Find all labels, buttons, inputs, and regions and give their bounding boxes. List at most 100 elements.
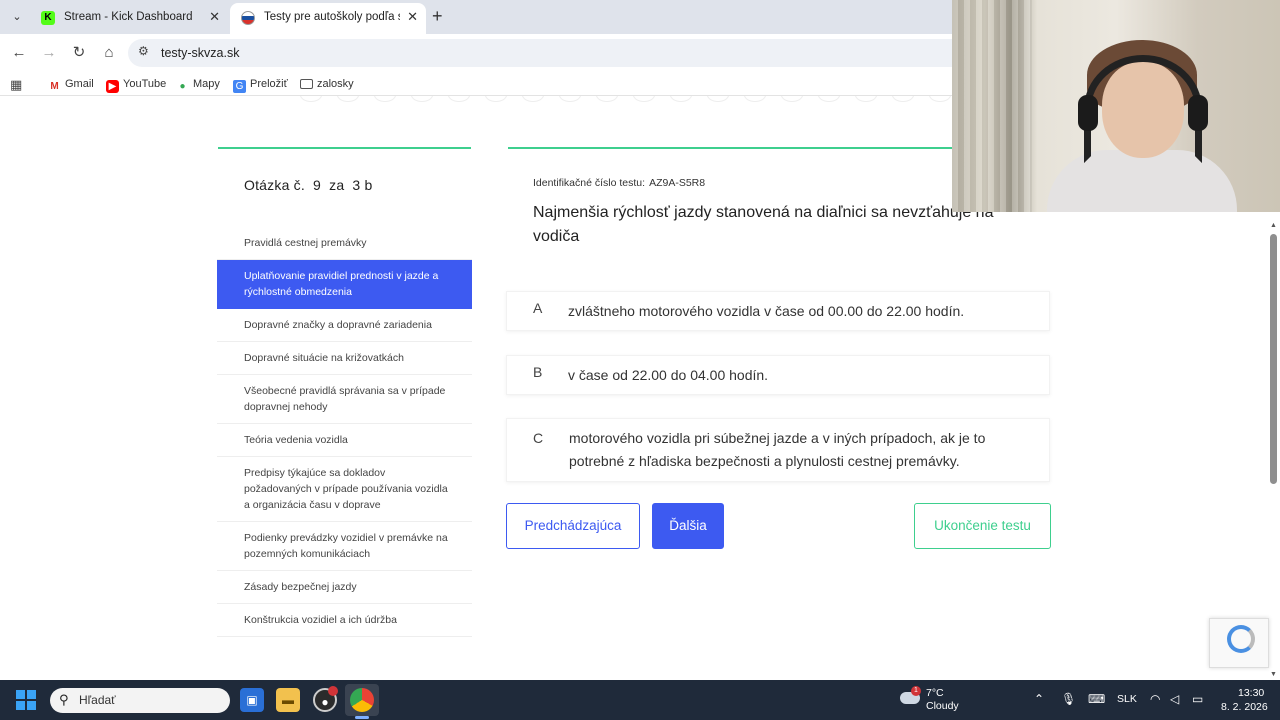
- answer-text: motorového vozidla pri súbežnej jazde a …: [569, 430, 986, 469]
- category-item[interactable]: Konštrukcia vozidiel a ich údržba: [217, 604, 472, 637]
- category-item[interactable]: Predpisy týkajúce sa dokladov požadovaný…: [217, 457, 472, 522]
- reload-icon[interactable]: ↻: [68, 42, 90, 64]
- question-label: Otázka č.: [244, 177, 305, 193]
- bookmark-youtube[interactable]: ▶ YouTube: [106, 76, 166, 93]
- bookmark-label: YouTube: [123, 78, 167, 90]
- question-nav-dot[interactable]: [374, 96, 396, 102]
- site-info-icon[interactable]: ⚙: [138, 44, 149, 58]
- bookmark-label: Preložiť: [250, 78, 288, 90]
- clock-time[interactable]: 13:30: [1238, 687, 1264, 699]
- category-label: Zásady bezpečnej jazdy: [244, 581, 357, 593]
- question-nav-dot[interactable]: [485, 96, 507, 102]
- category-list: Pravidlá cestnej premávky Uplatňovanie p…: [217, 227, 472, 637]
- weather-temperature[interactable]: 7°C: [926, 687, 944, 699]
- tab-search-icon[interactable]: ⌄: [6, 7, 28, 27]
- category-item[interactable]: Pravidlá cestnej premávky: [217, 227, 472, 260]
- windows-taskbar: ⚲ Hľadať ▣ ▬ ● 1 7°C Cloudy ⌃ 🎙 ⌨ SLK ◠ …: [0, 680, 1280, 720]
- bookmark-mapy[interactable]: ● Mapy: [176, 76, 219, 93]
- microphone-icon[interactable]: 🎙: [1061, 692, 1076, 706]
- language-indicator[interactable]: SLK: [1117, 693, 1137, 705]
- points-label: za: [329, 177, 345, 193]
- tab-kick-dashboard[interactable]: K Stream - Kick Dashboard ✕: [30, 3, 228, 34]
- weather-description[interactable]: Cloudy: [926, 700, 959, 712]
- question-nav-dot[interactable]: [855, 96, 877, 102]
- category-item-active[interactable]: Uplatňovanie pravidiel prednosti v jazde…: [217, 260, 472, 309]
- active-app-indicator: [355, 716, 369, 719]
- slovakia-flag-icon: [241, 11, 255, 25]
- back-icon[interactable]: ←: [8, 42, 30, 64]
- question-nav-dot[interactable]: [337, 96, 359, 102]
- card-top-border: [218, 147, 471, 149]
- scroll-thumb[interactable]: [1270, 234, 1277, 484]
- question-nav-dot[interactable]: [744, 96, 766, 102]
- bookmark-label: zalosky: [317, 78, 354, 90]
- headset-icon: [1084, 55, 1202, 163]
- taskbar-search-box[interactable]: ⚲ Hľadať: [50, 688, 230, 713]
- home-icon[interactable]: ⌂: [98, 42, 120, 64]
- address-bar[interactable]: ⚙ testy-skvza.sk: [128, 39, 968, 67]
- wifi-icon[interactable]: ◠: [1150, 692, 1160, 706]
- question-nav-dot[interactable]: [522, 96, 544, 102]
- question-nav-dot[interactable]: [633, 96, 655, 102]
- category-item[interactable]: Všeobecné pravidlá správania sa v prípad…: [217, 375, 472, 424]
- close-tab-icon[interactable]: ✕: [407, 3, 418, 31]
- previous-button[interactable]: Predchádzajúca: [506, 503, 640, 549]
- headset-earcup-right: [1188, 95, 1208, 131]
- question-nav-dot[interactable]: [300, 96, 322, 102]
- next-button[interactable]: Ďalšia: [652, 503, 724, 549]
- bookmark-gmail[interactable]: M Gmail: [48, 76, 93, 93]
- category-label: Predpisy týkajúce sa dokladov požadovaný…: [244, 467, 448, 511]
- category-item[interactable]: Dopravné situácie na križovatkách: [217, 342, 472, 375]
- chevron-up-icon[interactable]: ⌃: [1034, 692, 1044, 706]
- category-item[interactable]: Zásady bezpečnej jazdy: [217, 571, 472, 604]
- bookmark-zalosky[interactable]: zalosky: [300, 76, 354, 92]
- answer-option-c[interactable]: C motorového vozidla pri súbežnej jazde …: [506, 418, 1050, 482]
- question-nav-dot[interactable]: [411, 96, 433, 102]
- category-item[interactable]: Teória vedenia vozidla: [217, 424, 472, 457]
- maps-icon: ●: [179, 81, 186, 92]
- weather-badge: 1: [911, 686, 921, 696]
- category-item[interactable]: Dopravné značky a dopravné zariadenia: [217, 309, 472, 342]
- apps-grid-icon[interactable]: ▦: [10, 77, 22, 93]
- category-label: Dopravné situácie na križovatkách: [244, 352, 404, 364]
- scroll-down-icon[interactable]: ▼: [1270, 671, 1277, 678]
- question-nav-dot[interactable]: [670, 96, 692, 102]
- tab-autoskoly-tests[interactable]: Testy pre autoškoly podľa skupín ✕: [230, 3, 426, 34]
- scroll-up-icon[interactable]: ▲: [1270, 222, 1277, 229]
- new-tab-button[interactable]: +: [432, 6, 443, 27]
- answer-option-b[interactable]: B v čase od 22.00 do 04.00 hodín.: [506, 355, 1050, 395]
- answer-letter: B: [533, 364, 543, 380]
- answer-letter: C: [533, 430, 544, 446]
- answer-text: v čase od 22.00 do 04.00 hodín.: [568, 367, 769, 383]
- recaptcha-badge[interactable]: [1209, 618, 1269, 668]
- question-nav-dot[interactable]: [559, 96, 581, 102]
- answer-option-a[interactable]: A zvláštneho motorového vozidla v čase o…: [506, 291, 1050, 331]
- question-nav-dot[interactable]: [707, 96, 729, 102]
- question-nav-dot[interactable]: [448, 96, 470, 102]
- category-label: Podienky prevádzky vozidiel v premávke n…: [244, 532, 448, 560]
- category-item[interactable]: Podienky prevádzky vozidiel v premávke n…: [217, 522, 472, 571]
- end-test-button[interactable]: Ukončenie testu: [914, 503, 1051, 549]
- youtube-icon: ▶: [106, 80, 119, 93]
- close-tab-icon[interactable]: ✕: [209, 3, 220, 31]
- question-nav-dot[interactable]: [818, 96, 840, 102]
- page-scrollbar[interactable]: ▲ ▼: [1268, 220, 1280, 680]
- search-placeholder: Hľadať: [79, 693, 116, 707]
- url-text: testy-skvza.sk: [161, 46, 240, 60]
- category-label: Všeobecné pravidlá správania sa v prípad…: [244, 385, 446, 413]
- chrome-icon[interactable]: [350, 688, 374, 712]
- keyboard-icon[interactable]: ⌨: [1088, 692, 1105, 706]
- clock-date[interactable]: 8. 2. 2026: [1221, 701, 1268, 713]
- windows-start-icon[interactable]: [16, 690, 36, 710]
- question-nav-dot[interactable]: [929, 96, 951, 102]
- battery-icon[interactable]: ▭: [1192, 692, 1203, 706]
- volume-icon[interactable]: ◁: [1170, 692, 1179, 706]
- store-icon[interactable]: ▣: [240, 688, 264, 712]
- question-nav-dot[interactable]: [781, 96, 803, 102]
- bookmark-prelozit[interactable]: G Preložiť: [233, 76, 288, 93]
- file-explorer-icon[interactable]: ▬: [276, 688, 300, 712]
- question-nav-dot[interactable]: [596, 96, 618, 102]
- answer-letter: A: [533, 300, 543, 316]
- forward-icon[interactable]: →: [38, 42, 60, 64]
- question-nav-dot[interactable]: [892, 96, 914, 102]
